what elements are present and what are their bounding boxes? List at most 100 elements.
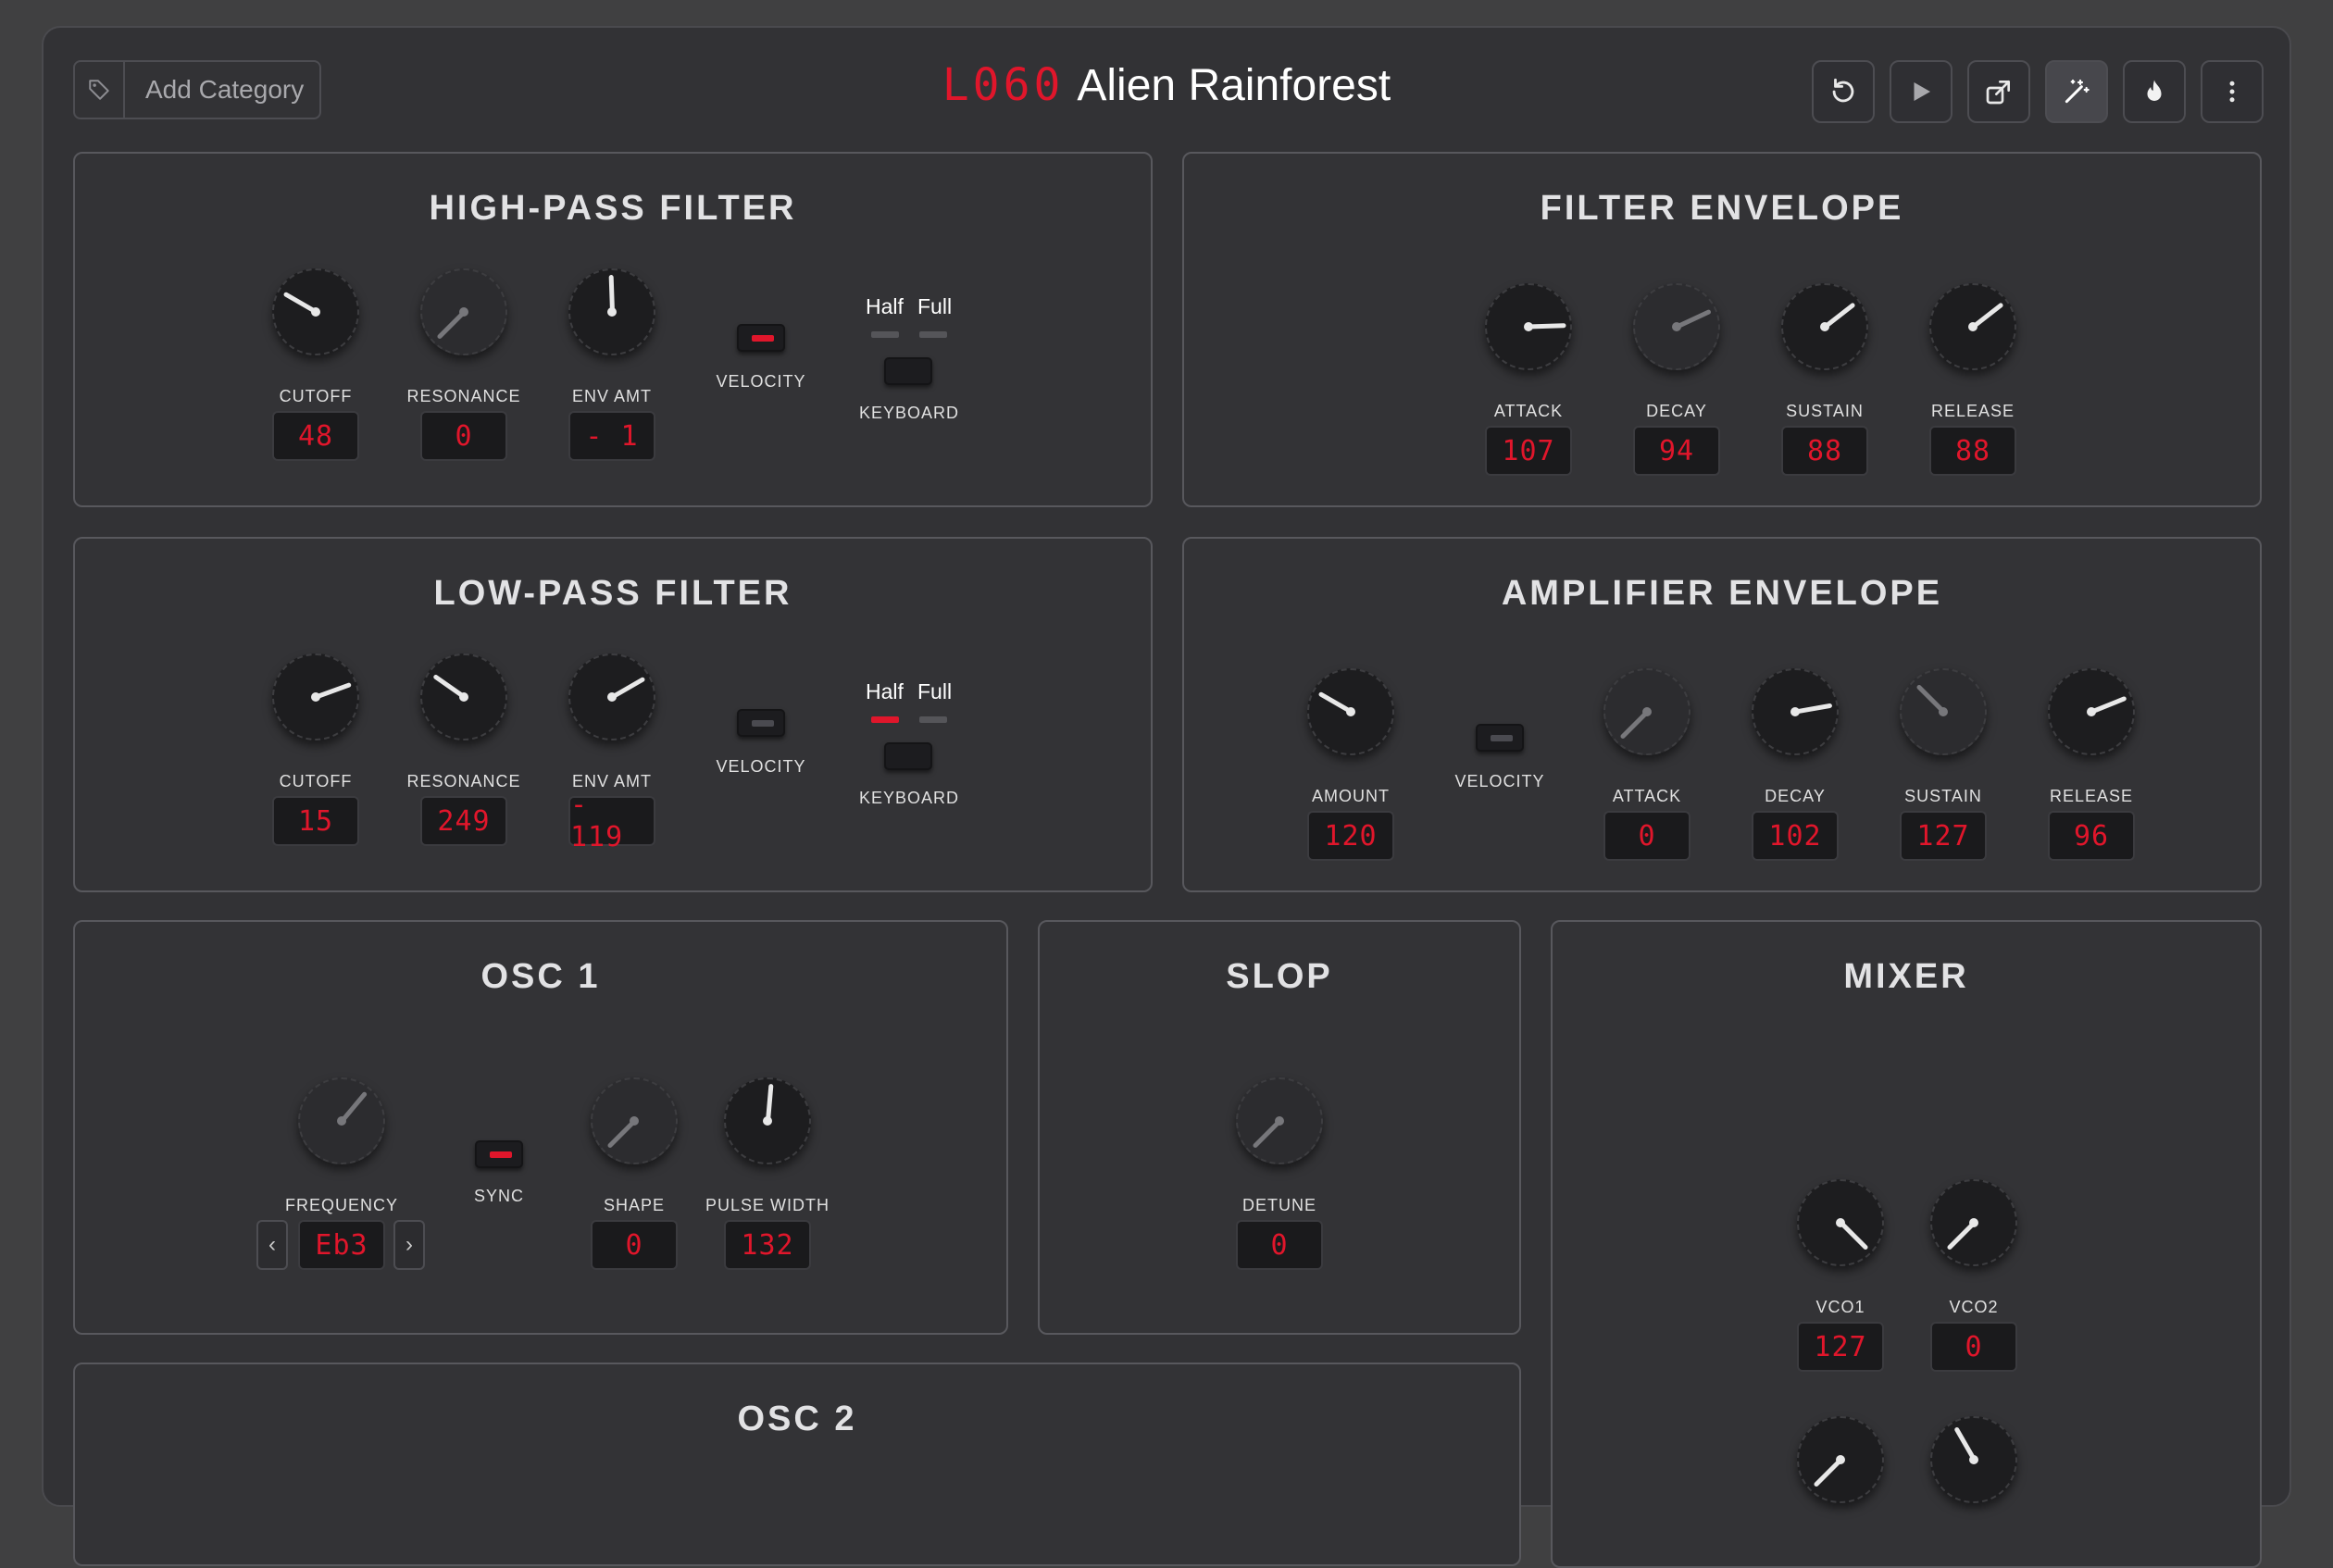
hpf-keyboard-switch[interactable] <box>884 357 932 385</box>
osc1-panel: OSC 1 FREQUENCY ‹ Eb3 › SYNC SHAPE 0 PUL… <box>73 920 1008 1335</box>
undo-button[interactable] <box>1812 60 1875 123</box>
share-icon <box>1986 81 2010 105</box>
lpf-resonance-value: 249 <box>420 796 507 846</box>
aenv-sustain-knob[interactable] <box>1900 668 1987 755</box>
chevron-left-icon: ‹ <box>268 1232 276 1257</box>
fenv-sustain-label: SUSTAIN <box>1786 402 1864 420</box>
osc1-pulse-width-value: 132 <box>724 1220 811 1270</box>
panel-title: OSC 1 <box>480 957 601 996</box>
undo-icon <box>1832 78 1854 103</box>
aenv-sustain-value: 127 <box>1900 811 1987 861</box>
aenv-decay-knob[interactable] <box>1752 668 1839 755</box>
hpf-velocity-label: VELOCITY <box>716 372 806 391</box>
aenv-attack-label: ATTACK <box>1612 787 1682 805</box>
mixer-vco1-value: 127 <box>1797 1322 1884 1372</box>
mixer-vco2-value: 0 <box>1930 1322 2017 1372</box>
fenv-attack-value: 107 <box>1485 426 1572 476</box>
fenv-release-label: RELEASE <box>1930 402 2015 420</box>
hpf-half-led <box>871 331 899 338</box>
osc1-shape-knob[interactable] <box>591 1077 678 1164</box>
fenv-sustain-value: 88 <box>1781 426 1868 476</box>
lpf-cutoff-label: CUTOFF <box>279 772 353 790</box>
lpf-envamt-knob[interactable] <box>568 653 655 740</box>
hpf-cutoff-label: CUTOFF <box>279 387 353 405</box>
hpf-envamt-knob[interactable] <box>568 268 655 355</box>
slop-detune-label: DETUNE <box>1241 1196 1316 1214</box>
aenv-decay-value: 102 <box>1752 811 1839 861</box>
osc1-pulse-width-label: PULSE WIDTH <box>705 1196 830 1214</box>
hpf-velocity-switch[interactable] <box>737 324 785 352</box>
mixer-vco1-knob[interactable] <box>1797 1179 1884 1266</box>
hpf-envamt-value: - 1 <box>568 411 655 461</box>
aenv-decay-label: DECAY <box>1765 787 1826 805</box>
fenv-attack-knob[interactable] <box>1485 283 1572 370</box>
aenv-sustain-label: SUSTAIN <box>1904 787 1982 805</box>
aenv-attack-value: 0 <box>1603 811 1690 861</box>
aenv-amount-label: AMOUNT <box>1312 787 1390 805</box>
fenv-sustain-knob[interactable] <box>1781 283 1868 370</box>
lpf-cutoff-knob[interactable] <box>272 653 359 740</box>
osc1-frequency-prev-button[interactable]: ‹ <box>256 1220 288 1270</box>
osc2-panel: OSC 2 <box>73 1363 1521 1566</box>
hpf-keyboard-label: KEYBOARD <box>858 404 960 422</box>
play-button[interactable] <box>1890 60 1952 123</box>
mixer-knob-3[interactable] <box>1797 1416 1884 1503</box>
osc1-frequency-value: Eb3 <box>298 1220 385 1270</box>
aenv-velocity-label: VELOCITY <box>1454 772 1545 790</box>
low-pass-filter-panel: LOW-PASS FILTER CUTOFF 15 RESONANCE 249 … <box>73 537 1153 892</box>
panel-title: LOW-PASS FILTER <box>433 574 792 613</box>
aenv-amount-knob[interactable] <box>1307 668 1394 755</box>
mixer-knob-4[interactable] <box>1930 1416 2017 1503</box>
lpf-velocity-label: VELOCITY <box>716 757 806 776</box>
preset-title: L060 Alien Rainforest <box>44 59 2289 111</box>
filter-envelope-panel: FILTER ENVELOPE ATTACK 107 DECAY 94 SUST… <box>1182 152 2262 507</box>
fenv-decay-label: DECAY <box>1646 402 1707 420</box>
aenv-release-knob[interactable] <box>2048 668 2135 755</box>
mixer-panel: MIXER VCO1 127 VCO2 0 <box>1551 920 2262 1568</box>
fenv-decay-knob[interactable] <box>1633 283 1720 370</box>
lpf-keyboard-label: KEYBOARD <box>858 789 960 807</box>
aenv-release-value: 96 <box>2048 811 2135 861</box>
hpf-resonance-label: RESONANCE <box>406 387 521 405</box>
osc1-frequency-label: FREQUENCY <box>284 1196 398 1214</box>
flame-button[interactable] <box>2123 60 2186 123</box>
osc1-pulse-width-knob[interactable] <box>724 1077 811 1164</box>
lpf-velocity-switch[interactable] <box>737 709 785 737</box>
aenv-attack-knob[interactable] <box>1603 668 1690 755</box>
hpf-full-led <box>919 331 947 338</box>
flame-icon <box>2147 80 2162 101</box>
lpf-full-label: Full <box>917 679 953 703</box>
mixer-vco2-knob[interactable] <box>1930 1179 2017 1266</box>
hpf-cutoff-value: 48 <box>272 411 359 461</box>
fenv-attack-label: ATTACK <box>1493 402 1564 420</box>
magic-wand-button[interactable] <box>2045 60 2108 123</box>
slop-panel: SLOP DETUNE 0 <box>1038 920 1521 1335</box>
hpf-resonance-knob[interactable] <box>420 268 507 355</box>
lpf-half-led <box>871 716 899 723</box>
fenv-decay-value: 94 <box>1633 426 1720 476</box>
panel-title: AMPLIFIER ENVELOPE <box>1501 574 1943 613</box>
osc1-frequency-next-button[interactable]: › <box>393 1220 425 1270</box>
synth-editor-window: Add Category L060 Alien Rainforest HIGH-P… <box>42 26 2291 1568</box>
osc1-frequency-knob[interactable] <box>298 1077 385 1164</box>
lpf-cutoff-value: 15 <box>272 796 359 846</box>
share-button[interactable] <box>1967 60 2030 123</box>
panel-title: MIXER <box>1843 957 1969 996</box>
more-vert-icon <box>2229 81 2235 103</box>
hpf-half-label: Half <box>866 294 904 318</box>
hpf-full-label: Full <box>917 294 953 318</box>
slop-detune-knob[interactable] <box>1236 1077 1323 1164</box>
panel-title: HIGH-PASS FILTER <box>429 189 797 228</box>
aenv-velocity-switch[interactable] <box>1476 724 1524 752</box>
lpf-envamt-value: - 119 <box>568 789 655 853</box>
play-icon <box>1914 82 1930 101</box>
lpf-half-label: Half <box>866 679 904 703</box>
osc1-sync-switch[interactable] <box>475 1140 523 1168</box>
lpf-resonance-knob[interactable] <box>420 653 507 740</box>
lpf-keyboard-switch[interactable] <box>884 742 932 770</box>
preset-name: Alien Rainforest <box>1077 61 1391 110</box>
hpf-resonance-value: 0 <box>420 411 507 461</box>
hpf-cutoff-knob[interactable] <box>272 268 359 355</box>
fenv-release-knob[interactable] <box>1929 283 2016 370</box>
more-button[interactable] <box>2201 60 2264 123</box>
